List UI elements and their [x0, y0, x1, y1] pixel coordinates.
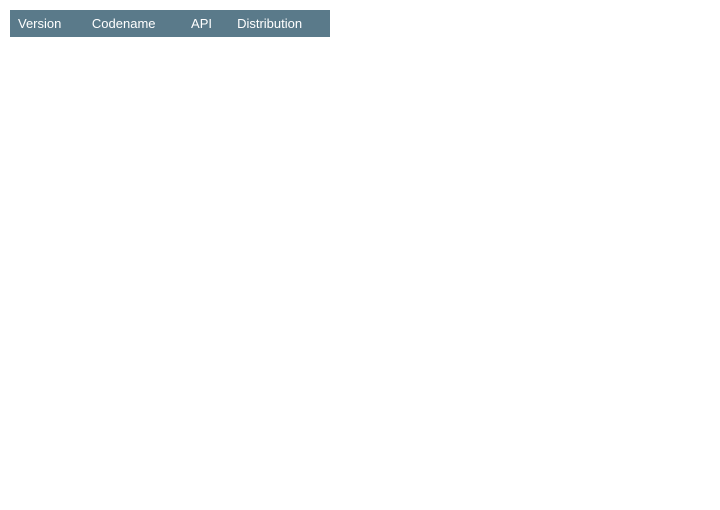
pie-svg: [355, 20, 695, 320]
distribution-table: Version Codename API Distribution: [10, 10, 330, 37]
header-version: Version: [10, 10, 84, 37]
header-codename: Codename: [84, 10, 183, 37]
pie-chart: [355, 20, 695, 320]
chart-section: [340, 10, 710, 320]
header-distribution: Distribution: [229, 10, 330, 37]
main-container: Version Codename API Distribution: [10, 10, 710, 320]
table-header-row: Version Codename API Distribution: [10, 10, 330, 37]
header-api: API: [183, 10, 229, 37]
table-section: Version Codename API Distribution: [10, 10, 330, 49]
